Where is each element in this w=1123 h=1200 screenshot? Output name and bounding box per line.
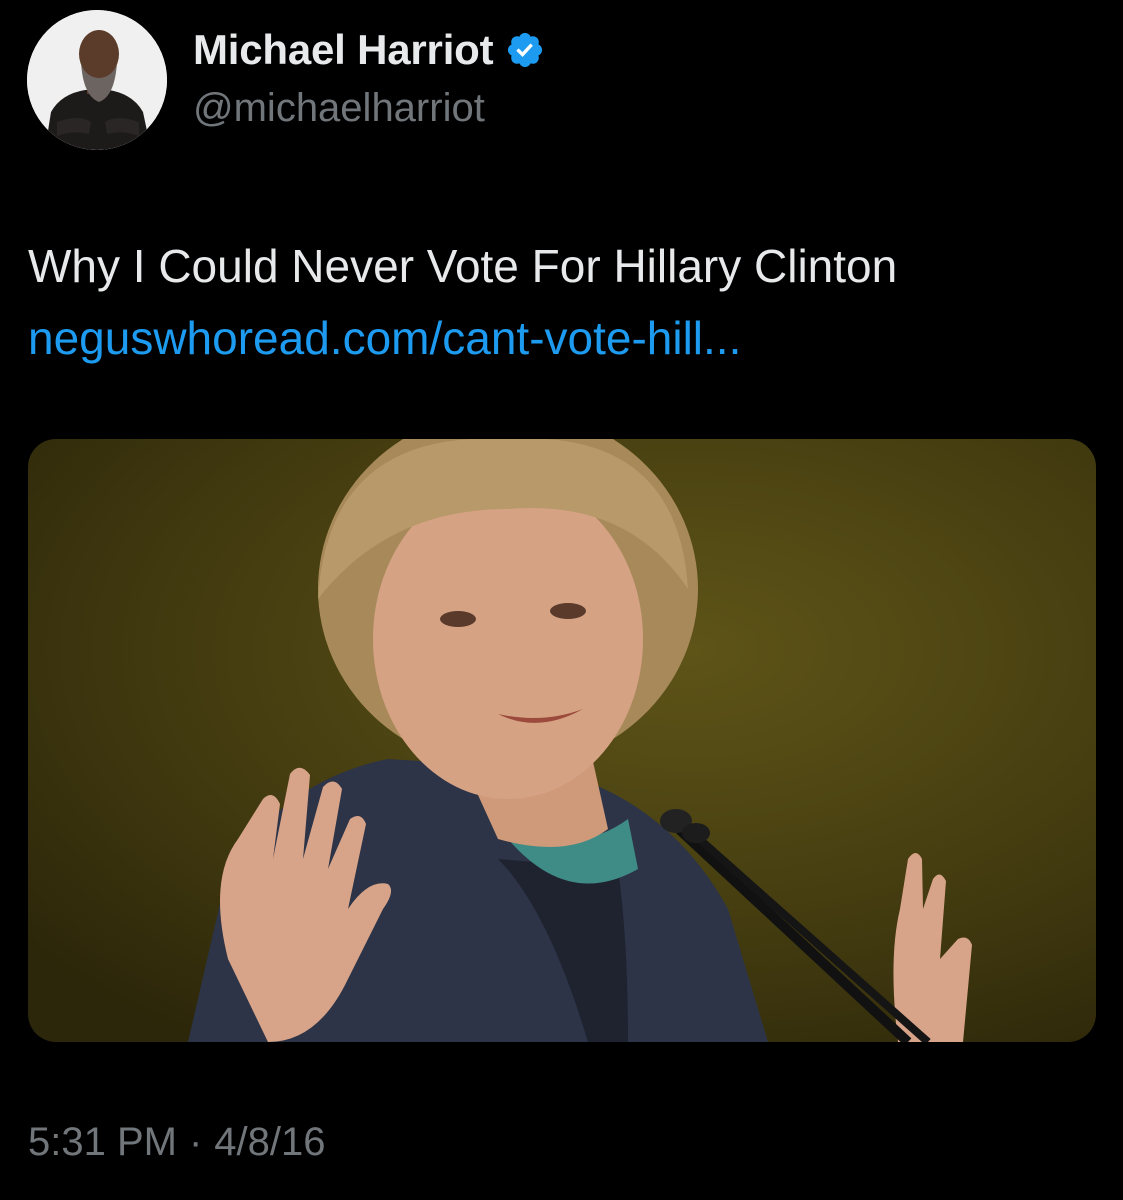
tweet[interactable]: Michael Harriot @michaelharriot Why I Co… <box>0 0 1123 1200</box>
author-handle[interactable]: @michaelharriot <box>193 84 485 132</box>
tweet-timestamp-row: 5:31 PM · 4/8/16 <box>28 1112 326 1172</box>
tweet-text: Why I Could Never Vote For Hillary Clint… <box>28 240 898 292</box>
author-name-row[interactable]: Michael Harriot <box>193 26 545 74</box>
photo-illustration <box>28 439 1096 1042</box>
avatar[interactable] <box>27 10 167 150</box>
avatar-photo <box>27 10 167 150</box>
author-display-name[interactable]: Michael Harriot <box>193 26 494 74</box>
tweet-time[interactable]: 5:31 PM <box>28 1112 177 1172</box>
tweet-media-image[interactable] <box>28 439 1096 1042</box>
tweet-link[interactable]: neguswhoread.com/cant-vote-hill... <box>28 308 741 368</box>
timestamp-separator: · <box>188 1120 203 1164</box>
tweet-date[interactable]: 4/8/16 <box>214 1112 325 1172</box>
verified-badge-icon <box>505 30 545 70</box>
